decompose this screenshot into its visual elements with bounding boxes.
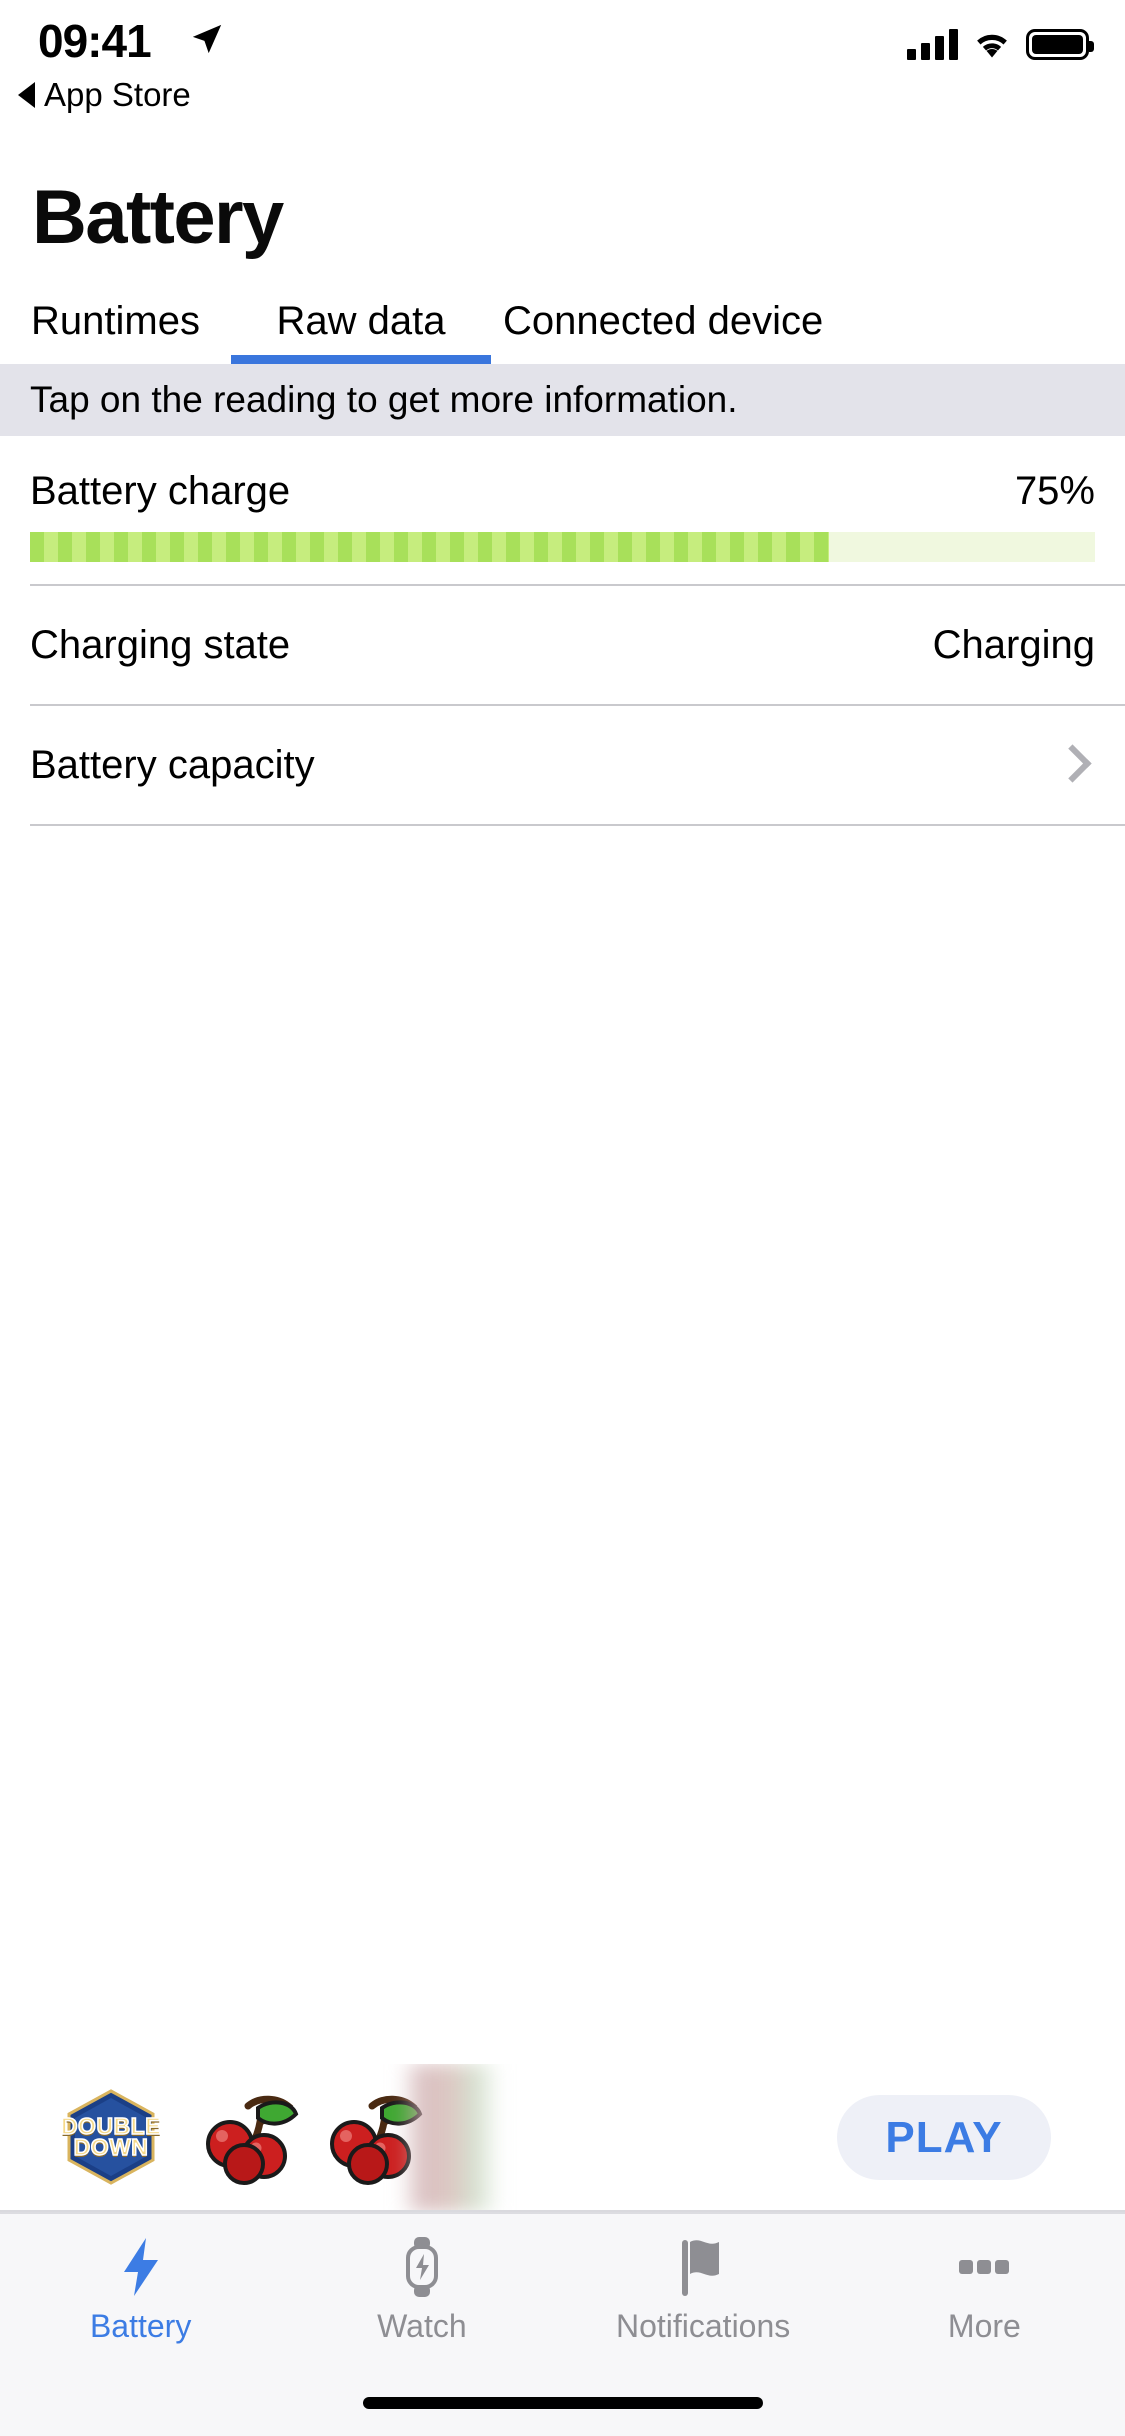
back-triangle-icon [18,82,35,108]
ad-play-button[interactable]: PLAY [837,2095,1051,2180]
tab-raw-data-label: Raw data [276,298,446,343]
content-spacer [0,826,1125,2064]
location-arrow-icon [192,24,222,54]
bottom-tab-more[interactable]: More [844,2236,1125,2345]
battery-charge-row[interactable]: Battery charge 75% [0,436,1125,532]
tab-indicator [0,355,231,364]
tab-indicator-active [231,355,491,364]
bottom-tab-battery[interactable]: Battery [0,2236,281,2345]
readings-list: Battery charge 75% Charging state Chargi… [0,436,1125,826]
battery-charge-progress-fill [30,532,829,562]
hint-text: Tap on the reading to get more informati… [30,379,738,420]
ad-play-label: PLAY [885,2112,1003,2162]
tab-raw-data[interactable]: Raw data [231,278,491,364]
charging-state-value: Charging [932,622,1095,667]
doubledown-logo-icon: DOUBLE DOWN [50,2088,172,2186]
tab-indicator [491,355,911,364]
battery-charge-progress-track [30,532,1095,562]
page-title: Battery [32,175,284,260]
tab-connected-device-label: Connected device [503,298,824,343]
bottom-tab-more-label: More [947,2308,1021,2344]
charging-state-row[interactable]: Charging state Charging [0,586,1125,704]
battery-charge-item[interactable]: Battery charge 75% [0,436,1125,584]
ellipsis-icon [953,2236,1015,2298]
status-bar: 09:41 App Store [0,0,1125,132]
lightning-bolt-icon [118,2236,164,2298]
cellular-bars-icon [907,28,958,60]
bottom-tab-watch[interactable]: Watch [281,2236,562,2345]
bottom-tab-bar: Battery Watch Notifications More [0,2212,1125,2370]
app-screen: 09:41 App Store Battery Runtimes Raw dat… [0,0,1125,2436]
battery-capacity-label: Battery capacity [30,742,315,787]
section-tab-bar: Runtimes Raw data Connected device [0,278,1125,364]
back-label: App Store [44,76,191,113]
doubledown-line-2: DOWN [73,2134,149,2160]
advertisement-banner[interactable]: DOUBLE DOWN PLAY [0,2064,1125,2212]
cherries-icon [206,2095,299,2185]
doubledown-logo-text: DOUBLE DOWN [60,2114,161,2160]
battery-charge-label: Battery charge [30,468,291,513]
battery-full-icon [1026,29,1094,60]
home-indicator-area [0,2370,1125,2436]
home-indicator [362,2397,763,2409]
bottom-tab-battery-label: Battery [89,2308,192,2344]
ad-blurred-graphic [400,2064,500,2210]
status-bar-time: 09:41 [38,15,152,67]
tab-runtimes-label: Runtimes [31,298,200,343]
bottom-tab-watch-label: Watch [377,2308,467,2344]
flag-icon [677,2236,729,2298]
back-to-app-store-link[interactable]: App Store [18,76,191,114]
hint-banner: Tap on the reading to get more informati… [0,364,1125,436]
battery-capacity-row[interactable]: Battery capacity [0,706,1125,824]
wifi-icon [977,34,1007,58]
tab-runtimes[interactable]: Runtimes [0,278,231,364]
bottom-tab-notifications[interactable]: Notifications [563,2236,844,2345]
watch-icon [398,2236,446,2298]
charging-state-label: Charging state [30,622,291,667]
tab-connected-device[interactable]: Connected device [491,278,911,364]
status-bar-indicators [907,28,1094,60]
chevron-right-icon [1059,746,1081,784]
battery-charge-value: 75% [1014,468,1095,513]
bottom-tab-notifications-label: Notifications [615,2308,791,2344]
